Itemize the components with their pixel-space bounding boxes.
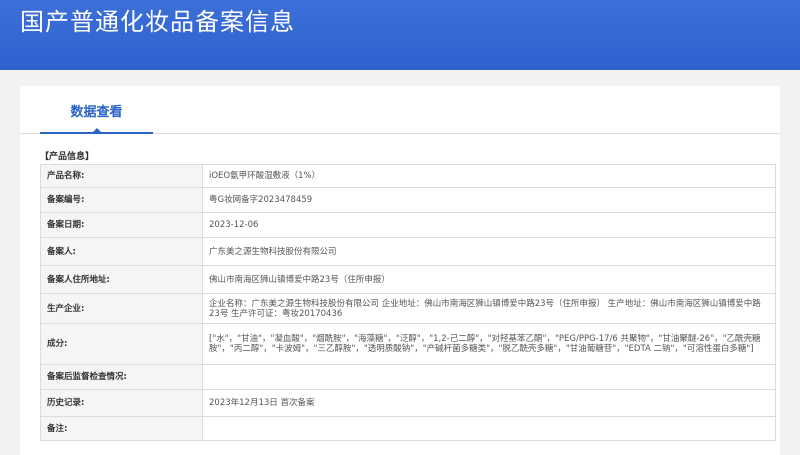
row-label: 产品名称: bbox=[40, 164, 203, 188]
row-label: 成分: bbox=[40, 323, 203, 365]
row-value bbox=[202, 416, 776, 441]
table-row: 历史记录: 2023年12月13日 首次备案 bbox=[40, 389, 776, 417]
table-row: 备案编号: 粤G妆网备字2023478459 bbox=[40, 187, 776, 213]
tab-bar: 数据查看 bbox=[20, 86, 780, 134]
row-label: 备案编号: bbox=[40, 187, 203, 213]
table-row: 备案人住所地址: 佛山市南海区狮山镇博爱中路23号（住所申报） bbox=[40, 265, 776, 294]
row-value: 2023-12-06 bbox=[202, 212, 776, 238]
row-value: 粤G妆网备字2023478459 bbox=[202, 187, 776, 213]
table-row: 备注: bbox=[40, 416, 776, 441]
tab-caret-icon bbox=[92, 128, 102, 133]
row-value: 广东美之源生物科技股份有限公司 bbox=[202, 237, 776, 266]
page-title: 国产普通化妆品备案信息 bbox=[20, 8, 295, 36]
header-banner: 国产普通化妆品备案信息 bbox=[0, 0, 800, 70]
product-info-table: 产品名称: iOEO氨甲环酸湿敷液（1%） 备案编号: 粤G妆网备字202347… bbox=[40, 164, 776, 441]
section-title: 【产品信息】 bbox=[40, 152, 95, 162]
row-label: 备案日期: bbox=[40, 212, 203, 238]
row-value: iOEO氨甲环酸湿敷液（1%） bbox=[202, 164, 776, 188]
row-value: 佛山市南海区狮山镇博爱中路23号（住所申报） bbox=[202, 265, 776, 294]
row-label: 备案人: bbox=[40, 237, 203, 266]
row-label: 历史记录: bbox=[40, 389, 203, 417]
table-row: 生产企业: 企业名称：广东美之源生物科技股份有限公司 企业地址：佛山市南海区狮山… bbox=[40, 293, 776, 324]
table-row: 成分: ["水"，"甘油"，"凝血酸"，"烟酰胺"，"海藻糖"，"泛醇"，"1,… bbox=[40, 323, 776, 365]
row-value: ["水"，"甘油"，"凝血酸"，"烟酰胺"，"海藻糖"，"泛醇"，"1,2-己二… bbox=[202, 323, 776, 365]
row-value: 2023年12月13日 首次备案 bbox=[202, 389, 776, 417]
row-label: 备案人住所地址: bbox=[40, 265, 203, 294]
tab-data-view[interactable]: 数据查看 bbox=[40, 86, 153, 134]
content-panel: 数据查看 【产品信息】 产品名称: iOEO氨甲环酸湿敷液（1%） 备案编号: … bbox=[20, 86, 780, 455]
tab-label: 数据查看 bbox=[70, 105, 123, 120]
row-label: 备注: bbox=[40, 416, 203, 441]
table-row: 备案后监督检查情况: bbox=[40, 364, 776, 390]
row-value: 企业名称：广东美之源生物科技股份有限公司 企业地址：佛山市南海区狮山镇博爱中路2… bbox=[202, 293, 776, 324]
table-row: 备案人: 广东美之源生物科技股份有限公司 bbox=[40, 237, 776, 266]
table-row: 产品名称: iOEO氨甲环酸湿敷液（1%） bbox=[40, 164, 776, 188]
row-label: 生产企业: bbox=[40, 293, 203, 324]
table-row: 备案日期: 2023-12-06 bbox=[40, 212, 776, 238]
row-value bbox=[202, 364, 776, 390]
row-label: 备案后监督检查情况: bbox=[40, 364, 203, 390]
